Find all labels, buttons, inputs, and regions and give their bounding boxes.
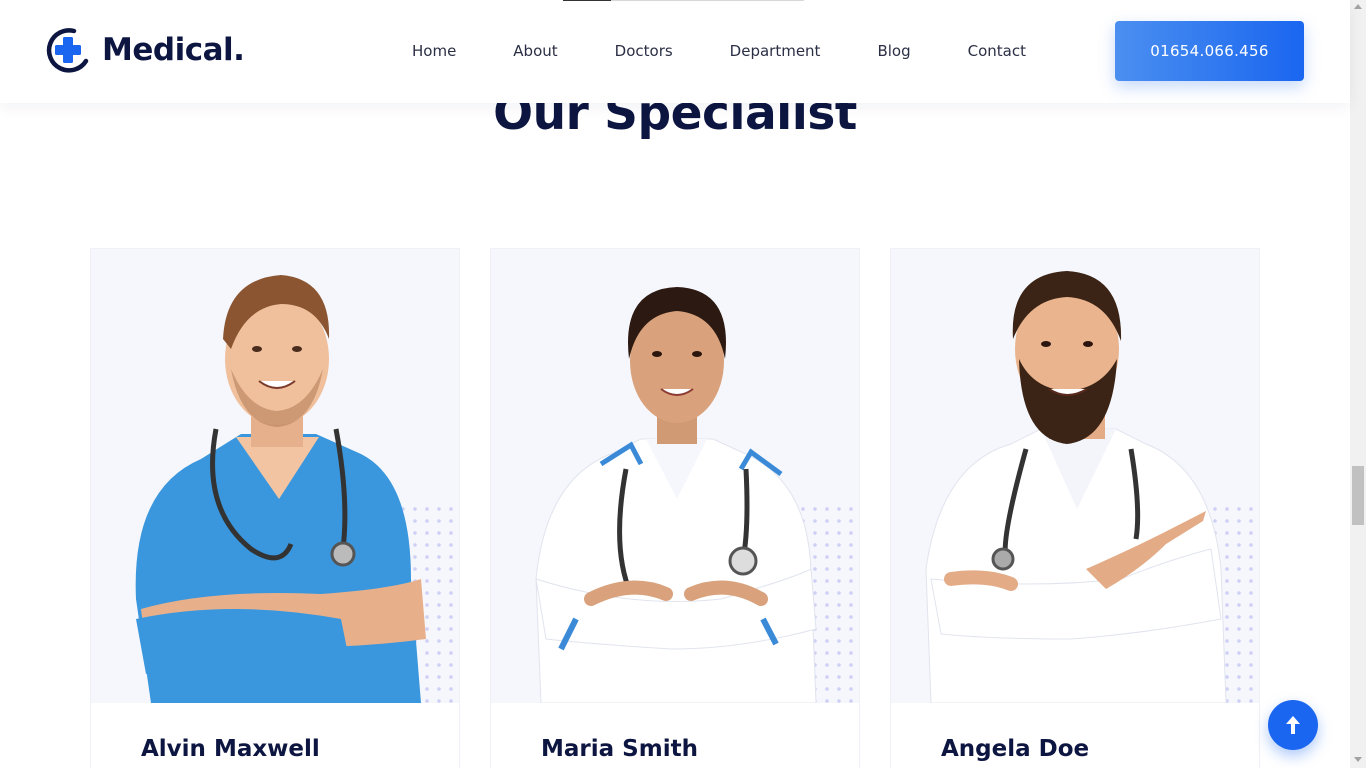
site-header: Medical. Home About Doctors Department B… bbox=[0, 0, 1350, 103]
arrow-up-icon bbox=[1286, 716, 1300, 734]
logo[interactable]: Medical. bbox=[44, 27, 245, 73]
scroll-thumb[interactable] bbox=[1352, 466, 1364, 525]
nav-department[interactable]: Department bbox=[730, 42, 821, 60]
medical-cross-icon bbox=[44, 27, 90, 73]
doctor-photo bbox=[891, 249, 1259, 703]
doctor-card[interactable]: Angela Doe bbox=[890, 248, 1260, 768]
scrollbar[interactable] bbox=[1350, 0, 1366, 768]
brand-name: Medical bbox=[102, 32, 234, 68]
doctor-name[interactable]: Maria Smith bbox=[541, 736, 698, 762]
scroll-up-icon[interactable] bbox=[1354, 4, 1362, 9]
back-to-top-button[interactable] bbox=[1268, 700, 1318, 750]
nav-about[interactable]: About bbox=[513, 42, 557, 60]
doctor-card[interactable]: Maria Smith bbox=[490, 248, 860, 768]
doctor-photo bbox=[491, 249, 859, 703]
top-line bbox=[563, 0, 611, 1]
top-line-track bbox=[611, 0, 804, 1]
doctor-name[interactable]: Alvin Maxwell bbox=[141, 736, 320, 762]
doctor-photo bbox=[91, 249, 459, 703]
nav-contact[interactable]: Contact bbox=[968, 42, 1026, 60]
main-nav: Home About Doctors Department Blog Conta… bbox=[412, 42, 1026, 60]
logo-text: Medical. bbox=[102, 32, 245, 68]
nav-home[interactable]: Home bbox=[412, 42, 456, 60]
phone-button[interactable]: 01654.066.456 bbox=[1115, 21, 1304, 81]
nav-doctors[interactable]: Doctors bbox=[615, 42, 673, 60]
doctor-card[interactable]: Alvin Maxwell bbox=[90, 248, 460, 768]
brand-dot: . bbox=[233, 32, 245, 68]
nav-blog[interactable]: Blog bbox=[877, 42, 910, 60]
scroll-down-icon[interactable] bbox=[1354, 757, 1362, 762]
doctor-name[interactable]: Angela Doe bbox=[941, 736, 1089, 762]
